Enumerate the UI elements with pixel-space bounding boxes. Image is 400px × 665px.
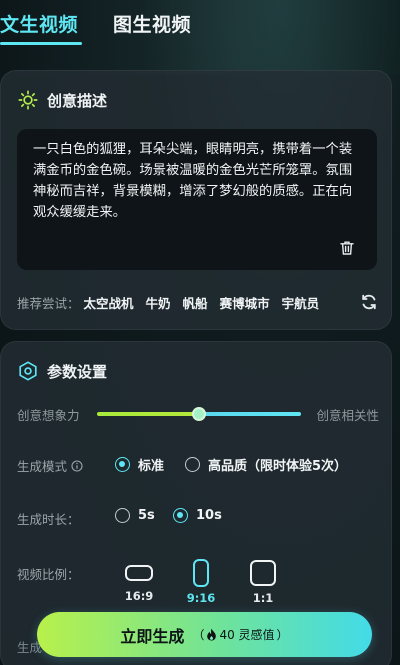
radio-selected-icon [115, 457, 130, 472]
ratio-label: 视频比例： [17, 567, 80, 582]
radio-selected-icon [173, 508, 188, 523]
landscape-ratio-icon [125, 565, 153, 581]
slider-right-label: 创意相关性 [316, 408, 379, 423]
creativity-slider-thumb[interactable] [192, 407, 206, 421]
mode-label: 生成模式 [17, 456, 83, 475]
creative-header: 创意描述 [17, 89, 107, 111]
creative-title: 创意描述 [47, 91, 108, 110]
cost-open-paren: （ [192, 628, 205, 642]
flame-icon [207, 628, 217, 641]
prompt-text[interactable]: 一只白色的狐狸，耳朵尖端，眼睛明亮，携带着一个装满金币的金色碗。场景被温暖的金色… [33, 139, 363, 223]
ratio-option-1-1[interactable]: 1:1 [247, 555, 279, 605]
generate-cost-value: 40 灵感值 [219, 628, 275, 642]
ratio-option-16-9-label: 16:9 [124, 589, 154, 603]
ratio-option-9-16-label: 9:16 [186, 591, 216, 605]
sun-icon [18, 90, 38, 110]
radio-unselected-icon [115, 508, 130, 523]
tab-image-to-video[interactable]: 图生视频 [113, 10, 191, 37]
duration-option-5s-label: 5s [138, 508, 155, 523]
tab-bar: 文生视频 图生视频 [0, 0, 400, 52]
mode-option-standard[interactable]: 标准 [115, 455, 164, 474]
params-title: 参数设置 [47, 362, 108, 381]
radio-unselected-icon [185, 457, 200, 472]
duration-option-10s[interactable]: 10s [173, 508, 222, 523]
suggestion-row: 推荐尝试： 太空战机 牛奶 帆船 赛博城市 宇航员 [17, 290, 379, 314]
creativity-slider-row: 创意想象力 创意相关性 [17, 402, 379, 426]
generate-button-label: 立即生成 [120, 626, 185, 646]
prompt-textarea[interactable]: 一只白色的狐狸，耳朵尖端，眼睛明亮，携带着一个装满金币的金色碗。场景被温暖的金色… [17, 129, 377, 270]
trash-icon[interactable] [339, 240, 355, 256]
slider-left-label: 创意想象力 [17, 408, 80, 423]
cost-close-paren: ） [276, 628, 289, 642]
duration-option-5s[interactable]: 5s [115, 508, 155, 523]
portrait-ratio-icon [193, 559, 209, 587]
mode-option-high-quality-label: 高品质（限时体验5次） [208, 459, 348, 474]
mode-option-high-quality[interactable]: 高品质（限时体验5次） [185, 455, 347, 474]
mode-option-standard-label: 标准 [138, 459, 165, 474]
generate-now-button[interactable]: 立即生成 （ 40 灵感值 ） [37, 612, 372, 657]
creative-description-card: 创意描述 一只白色的狐狸，耳朵尖端，眼睛明亮，携带着一个装满金币的金色碗。场景被… [0, 70, 392, 330]
params-header: 参数设置 [17, 360, 107, 382]
active-tab-indicator [0, 42, 82, 45]
hexagon-settings-icon [19, 361, 37, 381]
tab-text-to-video[interactable]: 文生视频 [0, 10, 78, 37]
suggestion-space-fighter[interactable]: 太空战机 [84, 293, 134, 312]
suggestion-cyber-city[interactable]: 赛博城市 [220, 293, 270, 312]
square-ratio-icon [250, 560, 276, 586]
refresh-icon[interactable] [359, 292, 379, 312]
suggestion-astronaut[interactable]: 宇航员 [282, 293, 320, 312]
mode-label-text: 生成模式 [17, 459, 68, 474]
ratio-option-1-1-label: 1:1 [252, 591, 274, 605]
duration-option-10s-label: 10s [196, 508, 222, 523]
ratio-option-9-16[interactable]: 9:16 [185, 555, 217, 605]
suggest-label: 推荐尝试： [17, 295, 80, 311]
generate-cost: （ 40 灵感值 ） [192, 626, 288, 643]
info-icon[interactable] [71, 460, 83, 472]
duration-label: 生成时长： [17, 512, 80, 527]
suggestion-sailboat[interactable]: 帆船 [183, 293, 208, 312]
suggestion-milk[interactable]: 牛奶 [146, 293, 171, 312]
ratio-option-16-9[interactable]: 16:9 [123, 555, 155, 603]
